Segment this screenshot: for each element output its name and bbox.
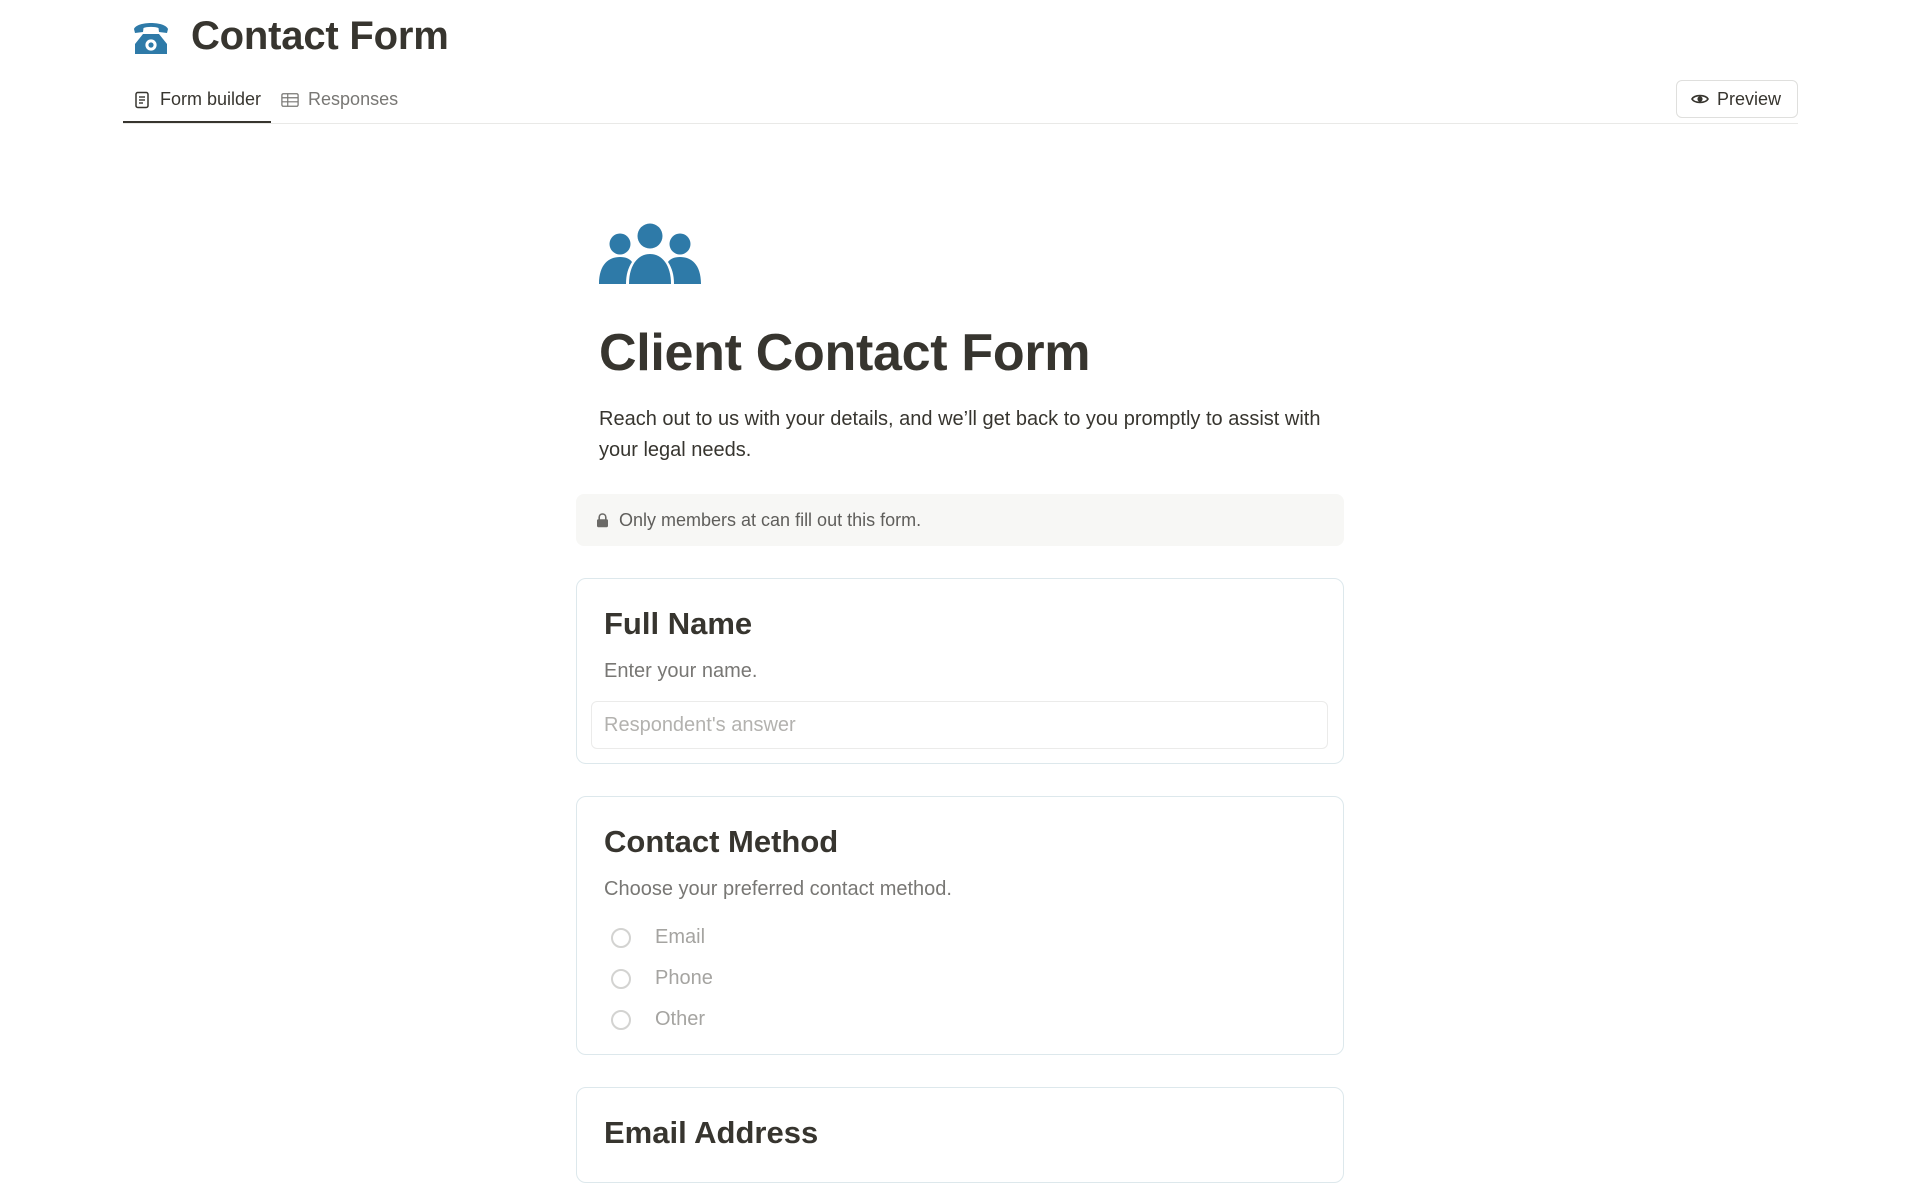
radio-button[interactable]	[611, 1009, 631, 1030]
full-name-answer-input[interactable]	[591, 701, 1328, 749]
telephone-icon	[134, 22, 168, 54]
radio-option-phone[interactable]: Phone	[611, 958, 1327, 999]
radio-button[interactable]	[611, 927, 631, 948]
page-title: Contact Form	[191, 14, 449, 58]
radio-option-email[interactable]: Email	[611, 917, 1327, 958]
page: Contact Form Form builder Responses Prev…	[0, 0, 1920, 1199]
radio-button[interactable]	[611, 968, 631, 989]
question-card-email-address: Email Address	[576, 1087, 1344, 1183]
radio-label: Phone	[655, 967, 713, 989]
question-description: Choose your preferred contact method.	[604, 878, 952, 900]
form: Client Contact Form Reach out to us with…	[576, 222, 1344, 1183]
access-notice: Only members at can fill out this form.	[576, 494, 1344, 546]
preview-button-label: Preview	[1716, 88, 1781, 109]
tab-responses-label: Responses	[308, 89, 399, 109]
question-title: Full Name	[604, 606, 753, 641]
form-description: Reach out to us with your details, and w…	[599, 408, 1321, 461]
tab-form-builder-label: Form builder	[160, 89, 262, 109]
question-card-contact-method: Contact Method Choose your preferred con…	[576, 796, 1344, 1055]
tab-form-builder[interactable]: Form builder	[123, 78, 272, 124]
form-title: Client Contact Form	[599, 324, 1091, 382]
header: Contact Form Form builder Responses Prev…	[123, 0, 1798, 125]
access-notice-text: Only members at can fill out this form.	[619, 509, 922, 530]
contact-method-options: Email Phone Other	[611, 917, 1327, 1040]
table-icon	[281, 92, 299, 107]
lock-icon	[597, 512, 608, 527]
radio-label: Other	[655, 1008, 706, 1030]
radio-label: Email	[655, 926, 706, 948]
question-description: Enter your name.	[604, 660, 758, 682]
tab-bar: Form builder Responses	[123, 78, 408, 124]
title-row: Contact Form	[130, 14, 449, 59]
people-group-icon	[599, 223, 701, 284]
preview-button[interactable]: Preview	[1675, 80, 1798, 118]
eye-icon	[1690, 94, 1709, 104]
question-title: Contact Method	[604, 824, 839, 859]
tab-responses[interactable]: Responses	[271, 78, 408, 121]
header-divider	[123, 123, 1798, 124]
radio-option-other[interactable]: Other	[611, 999, 1327, 1040]
form-document-icon	[135, 91, 149, 108]
question-card-full-name: Full Name Enter your name.	[576, 578, 1344, 764]
question-title: Email Address	[604, 1115, 819, 1150]
